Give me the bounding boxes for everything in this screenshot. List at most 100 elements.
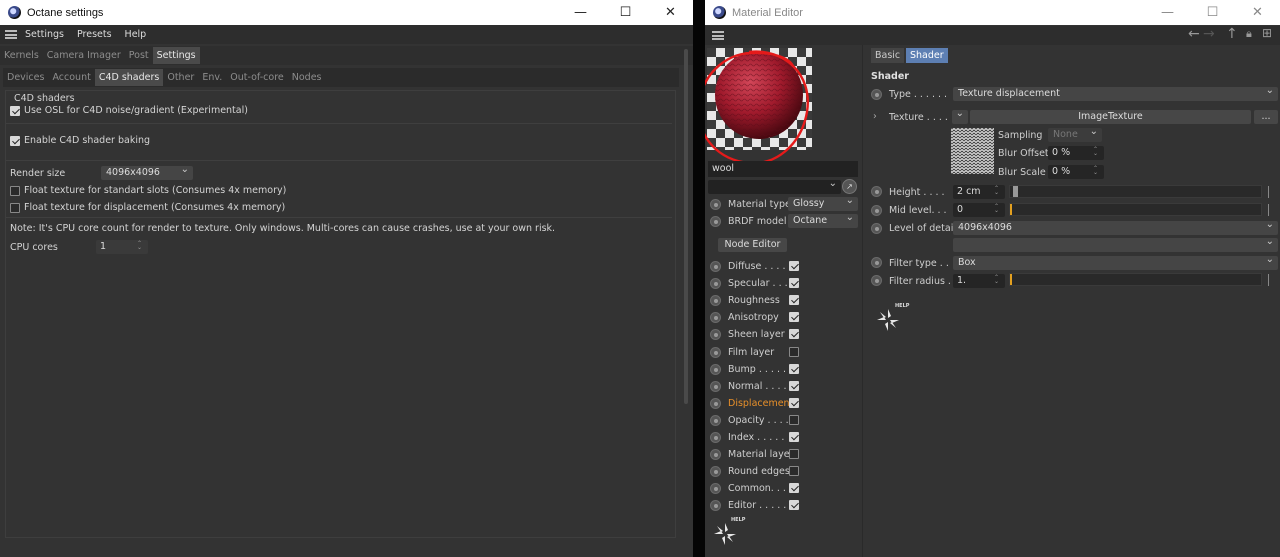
mid-level-radio[interactable] [871, 205, 882, 216]
menu-help[interactable]: Help [125, 29, 147, 40]
filter-type-dropdown[interactable]: Box [953, 256, 1278, 270]
render-size-dropdown[interactable]: 4096x4096 [101, 166, 193, 180]
hamburger-menu-icon[interactable] [712, 31, 724, 40]
filter-radius-slider[interactable] [1009, 273, 1262, 286]
channel-radio[interactable] [710, 500, 721, 511]
channel-checkbox[interactable] [789, 432, 799, 442]
cpu-cores-field[interactable]: 1 [96, 240, 148, 254]
blur-scale-field[interactable]: 0 % [1048, 165, 1104, 179]
material-type-radio[interactable] [710, 199, 721, 210]
lod-radio[interactable] [871, 223, 882, 234]
tab-shader[interactable]: Shader [906, 48, 948, 63]
channel-checkbox[interactable] [789, 364, 799, 374]
material-editor-titlebar[interactable]: Material Editor — ☐ ✕ [705, 0, 1280, 25]
channel-row[interactable]: Editor . . . . . [705, 498, 863, 514]
tab-env[interactable]: Env. [198, 69, 226, 86]
channel-checkbox[interactable] [789, 278, 799, 288]
channel-radio[interactable] [710, 449, 721, 460]
type-radio[interactable] [871, 89, 882, 100]
blur-offset-field[interactable]: 0 % [1048, 146, 1104, 160]
tab-settings[interactable]: Settings [152, 47, 200, 64]
channel-row[interactable]: Diffuse . . . . [705, 259, 863, 275]
channel-checkbox[interactable] [789, 312, 799, 322]
brdf-model-dropdown[interactable]: Octane [788, 214, 858, 228]
channel-checkbox[interactable] [789, 483, 799, 493]
height-radio[interactable] [871, 186, 882, 197]
channel-radio[interactable] [710, 347, 721, 358]
float-displacement-checkbox[interactable] [10, 203, 20, 213]
channel-checkbox[interactable] [789, 381, 799, 391]
close-icon[interactable]: ✕ [648, 0, 693, 25]
lock-icon[interactable]: 🔒︎ [1246, 27, 1252, 41]
channel-checkbox[interactable] [789, 329, 799, 339]
channel-radio[interactable] [710, 364, 721, 375]
tab-nodes[interactable]: Nodes [288, 69, 326, 86]
filter-radius-radio[interactable] [871, 275, 882, 286]
tab-post[interactable]: Post [125, 47, 153, 64]
channel-radio[interactable] [710, 295, 721, 306]
float-standard-checkbox[interactable] [10, 186, 20, 196]
pick-icon[interactable]: ↗ [842, 179, 857, 194]
channel-row[interactable]: Round edges [705, 464, 863, 480]
height-reset-icon[interactable] [1268, 186, 1269, 198]
menu-presets[interactable]: Presets [77, 29, 112, 40]
channel-radio[interactable] [710, 312, 721, 323]
channel-radio[interactable] [710, 466, 721, 477]
channel-row[interactable]: Opacity . . . . [705, 413, 863, 429]
channel-radio[interactable] [710, 483, 721, 494]
mid-level-reset-icon[interactable] [1268, 204, 1269, 216]
menu-settings[interactable]: Settings [25, 29, 64, 40]
channel-row[interactable]: Roughness [705, 293, 863, 309]
tab-devices[interactable]: Devices [3, 69, 48, 86]
channel-row[interactable]: Sheen layer [705, 327, 863, 343]
tab-other[interactable]: Other [163, 69, 198, 86]
channel-checkbox[interactable] [789, 295, 799, 305]
maximize-icon[interactable]: ☐ [603, 0, 648, 25]
lod-secondary-dropdown[interactable] [953, 238, 1278, 252]
channel-row[interactable]: Specular . . . [705, 276, 863, 292]
channel-row[interactable]: Displacement [705, 396, 863, 412]
texture-expand-icon[interactable]: › [873, 111, 877, 122]
channel-row[interactable]: Normal . . . . [705, 379, 863, 395]
octane-titlebar[interactable]: Octane settings — ☐ ✕ [0, 0, 693, 25]
tab-basic[interactable]: Basic [871, 48, 905, 63]
channel-checkbox[interactable] [789, 449, 799, 459]
up-arrow-icon[interactable]: ↑ [1226, 26, 1238, 42]
texture-more-button[interactable]: ... [1254, 110, 1278, 124]
filter-type-radio[interactable] [871, 257, 882, 268]
tab-account[interactable]: Account [48, 69, 94, 86]
channel-row[interactable]: Common. . . . [705, 481, 863, 497]
back-arrow-icon[interactable]: ← [1188, 26, 1200, 42]
mid-level-field[interactable]: 0 [953, 203, 1005, 217]
type-dropdown[interactable]: Texture displacement [953, 87, 1278, 101]
channel-radio[interactable] [710, 261, 721, 272]
material-preset-dropdown[interactable] [708, 180, 841, 194]
brdf-model-radio[interactable] [710, 216, 721, 227]
enable-baking-checkbox[interactable] [10, 136, 20, 146]
node-editor-button[interactable]: Node Editor [718, 238, 787, 252]
tab-camera-imager[interactable]: Camera Imager [43, 47, 125, 64]
maximize-icon[interactable]: ☐ [1190, 0, 1235, 25]
channel-radio[interactable] [710, 432, 721, 443]
texture-menu-dropdown[interactable] [952, 110, 968, 124]
channel-radio[interactable] [710, 415, 721, 426]
height-slider[interactable] [1009, 185, 1262, 198]
material-name-field[interactable]: wool [708, 161, 858, 177]
channel-radio[interactable] [710, 381, 721, 392]
channel-radio[interactable] [710, 398, 721, 409]
tab-c4d-shaders[interactable]: C4D shaders [94, 69, 164, 86]
forward-arrow-icon[interactable]: → [1203, 26, 1215, 42]
filter-radius-reset-icon[interactable] [1268, 274, 1269, 286]
channel-row[interactable]: Anisotropy [705, 310, 863, 326]
minimize-icon[interactable]: — [558, 0, 603, 25]
channel-row[interactable]: Material layer [705, 447, 863, 463]
new-panel-icon[interactable]: ⊞ [1262, 26, 1272, 40]
channel-checkbox[interactable] [789, 415, 799, 425]
channel-radio[interactable] [710, 278, 721, 289]
hamburger-menu-icon[interactable] [5, 30, 17, 39]
use-osl-checkbox[interactable] [10, 106, 20, 116]
channel-row[interactable]: Bump . . . . . [705, 362, 863, 378]
sampling-dropdown[interactable]: None [1048, 128, 1102, 142]
channel-row[interactable]: Film layer [705, 345, 863, 361]
minimize-icon[interactable]: — [1145, 0, 1190, 25]
